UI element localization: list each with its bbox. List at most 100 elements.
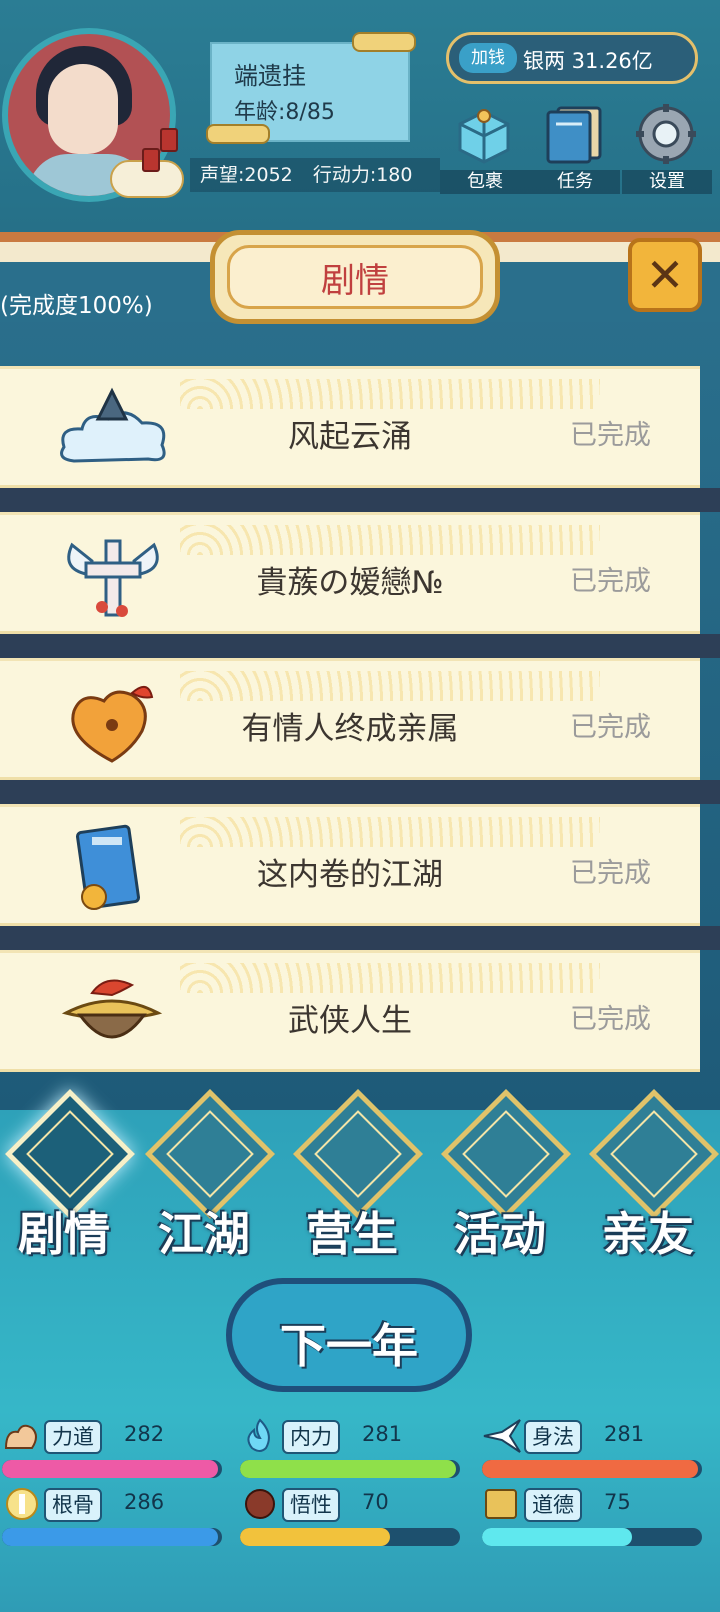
attribute-value: 281 — [604, 1422, 645, 1446]
attribute-bar — [240, 1528, 460, 1546]
story-row[interactable]: 武侠人生 已完成 — [0, 950, 700, 1072]
scroll-decoration — [206, 124, 270, 144]
reputation: 声望:2052 — [200, 164, 293, 186]
attribute-bar-fill — [240, 1460, 456, 1478]
story-title: 貴蔟の嫒戀№ — [256, 565, 444, 601]
task-book-icon — [546, 106, 602, 164]
attribute-name: 内力 — [282, 1420, 340, 1454]
close-icon: ✕ — [645, 248, 685, 302]
attribute-bar-fill — [2, 1460, 218, 1478]
task-label: 任务 — [530, 170, 620, 194]
nav-livelihood[interactable]: 营生 — [288, 1088, 424, 1261]
attribute-bar — [240, 1460, 460, 1478]
attribute-bar — [482, 1460, 702, 1478]
story-row[interactable]: 有情人终成亲属 已完成 — [0, 658, 700, 780]
player-name: 端遗挂 — [234, 62, 306, 90]
story-row[interactable]: 风起云涌 已完成 — [0, 366, 700, 488]
bag-label: 包裹 — [440, 170, 530, 194]
story-status: 已完成 — [570, 858, 651, 889]
cloud-hat-icon — [60, 387, 166, 463]
row-separator — [0, 488, 720, 512]
add-money-button[interactable]: 加钱 — [459, 43, 517, 73]
wave-pattern — [180, 379, 600, 409]
nav-jianghu[interactable]: 江湖 — [140, 1088, 276, 1261]
attribute-inner-power: 内力 281 — [240, 1418, 460, 1480]
attribute-bar-fill — [240, 1528, 390, 1546]
wave-pattern — [180, 525, 600, 555]
panel-title: 剧情 — [321, 261, 389, 301]
nav-livelihood-label: 营生 — [306, 1207, 398, 1261]
attribute-bar — [2, 1528, 222, 1546]
muscle-arm-icon — [2, 1418, 42, 1454]
bag-button[interactable]: 包裹 — [440, 102, 530, 194]
attribute-value: 75 — [604, 1490, 631, 1514]
attribute-value: 281 — [362, 1422, 403, 1446]
attribute-morality: 道德 75 — [482, 1486, 702, 1548]
completion-text: (完成度100%) — [0, 293, 153, 319]
profile-card: 端遗挂 年龄:8/85 — [206, 32, 416, 144]
wave-pattern — [180, 963, 600, 993]
gear-icon — [636, 104, 696, 164]
attribute-name: 悟性 — [282, 1488, 340, 1522]
story-row[interactable]: 这内卷的江湖 已完成 — [0, 804, 700, 926]
nav-friends[interactable]: 亲友 — [584, 1088, 720, 1261]
action-points: 行动力:180 — [312, 164, 413, 186]
row-separator — [0, 634, 720, 658]
nav-jianghu-label: 江湖 — [158, 1207, 250, 1261]
story-status: 已完成 — [570, 420, 651, 451]
story-title: 有情人终成亲属 — [241, 711, 459, 747]
story-title: 武侠人生 — [288, 1003, 412, 1039]
attribute-bar — [482, 1528, 702, 1546]
attribute-bar-fill — [482, 1460, 698, 1478]
next-year-button[interactable]: 下一年 — [226, 1278, 472, 1392]
scroll-decoration — [352, 32, 416, 52]
attribute-value: 70 — [362, 1490, 389, 1514]
winged-cross-icon — [67, 539, 159, 617]
attribute-bar-fill — [482, 1528, 632, 1546]
row-separator — [0, 926, 720, 950]
attribute-bar — [2, 1460, 222, 1478]
skeleton-aura-icon — [2, 1486, 42, 1522]
nav-story-label: 剧情 — [18, 1207, 110, 1261]
profile-stats: 声望:2052 行动力:180 — [190, 158, 440, 192]
player-age: 年龄:8/85 — [234, 100, 335, 125]
task-button[interactable]: 任务 — [530, 102, 620, 194]
nav-friends-label: 亲友 — [602, 1207, 694, 1261]
attribute-constitution: 根骨 286 — [2, 1486, 222, 1548]
panel-title-plate: 剧情 — [210, 230, 500, 324]
settings-label: 设置 — [622, 170, 712, 194]
head-icon — [240, 1486, 280, 1522]
attribute-name: 根骨 — [44, 1488, 102, 1522]
story-status: 已完成 — [570, 566, 651, 597]
flame-icon — [240, 1418, 280, 1454]
row-separator — [0, 780, 720, 804]
attribute-name: 道德 — [524, 1488, 582, 1522]
story-row[interactable]: 貴蔟の嫒戀№ 已完成 — [0, 512, 700, 634]
nav-activity[interactable]: 活动 — [436, 1088, 572, 1261]
story-title: 风起云涌 — [288, 419, 412, 455]
settings-button[interactable]: 设置 — [622, 102, 712, 194]
story-status: 已完成 — [570, 1004, 651, 1035]
attribute-name: 力道 — [44, 1420, 102, 1454]
lantern-icon — [142, 148, 160, 172]
attribute-value: 286 — [124, 1490, 165, 1514]
nav-activity-label: 活动 — [454, 1207, 546, 1261]
close-button[interactable]: ✕ — [628, 238, 702, 312]
attribute-strength: 力道 282 — [2, 1418, 222, 1480]
wave-pattern — [180, 817, 600, 847]
next-year-label: 下一年 — [280, 1319, 418, 1373]
wave-pattern — [180, 671, 600, 701]
blue-book-icon — [75, 824, 141, 910]
silver-amount: 银两 31.26亿 — [523, 49, 653, 73]
heart-lock-icon — [71, 686, 154, 763]
nav-story[interactable]: 剧情 — [0, 1088, 136, 1261]
bag-icon — [458, 109, 510, 164]
attribute-name: 身法 — [524, 1420, 582, 1454]
attribute-value: 282 — [124, 1422, 165, 1446]
straw-hat-hero-icon — [61, 979, 163, 1039]
swallow-icon — [482, 1418, 522, 1454]
story-status: 已完成 — [570, 712, 651, 743]
book-icon — [482, 1486, 522, 1522]
attribute-agility: 身法 281 — [482, 1418, 702, 1480]
avatar-face — [48, 64, 118, 154]
